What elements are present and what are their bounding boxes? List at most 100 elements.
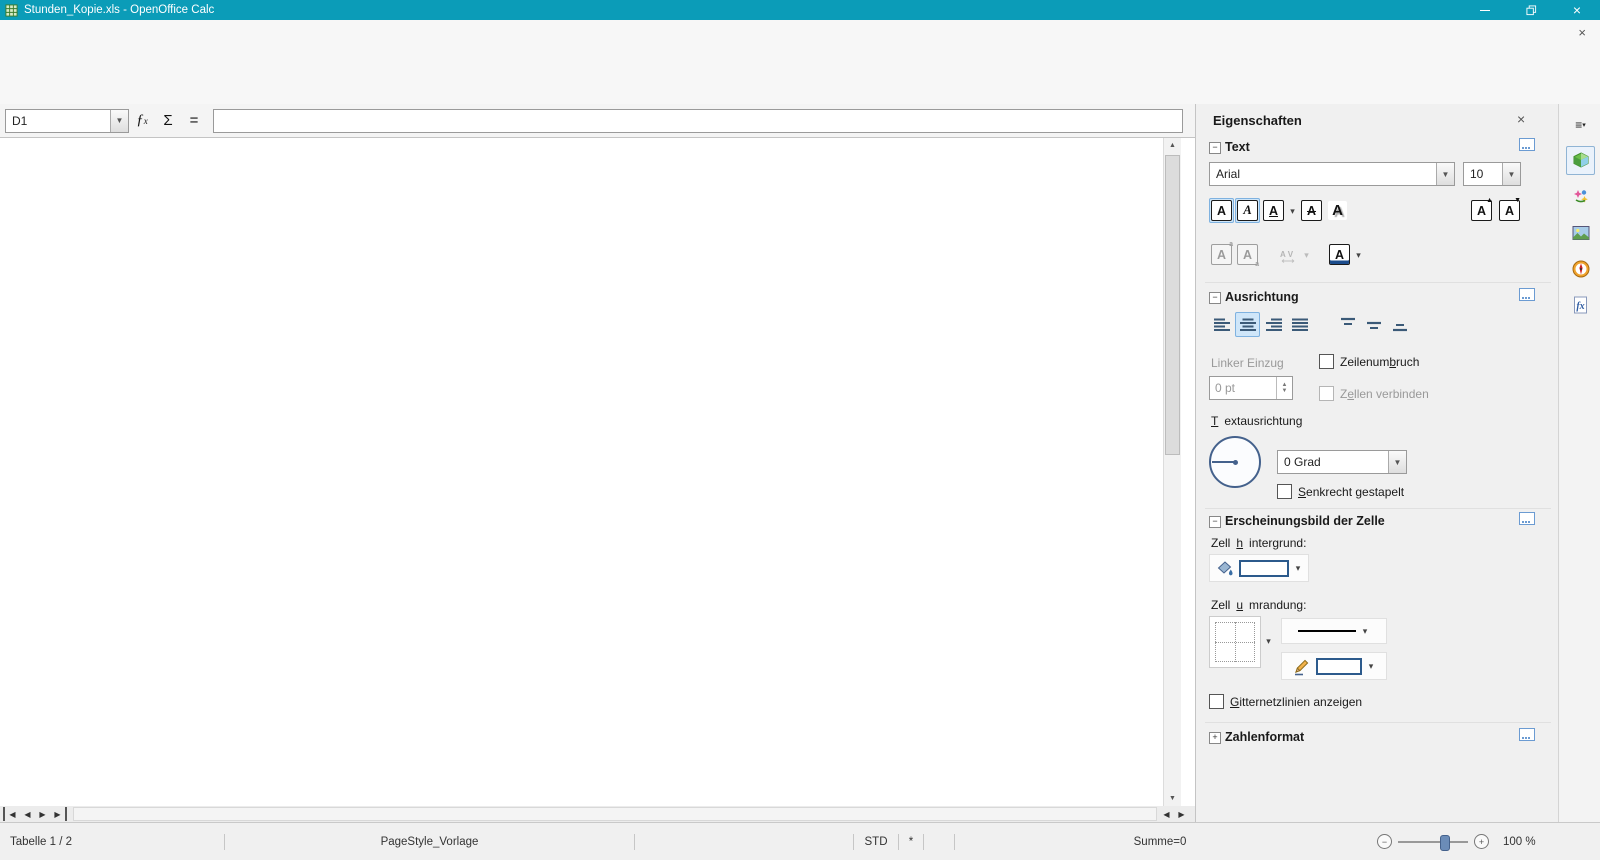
spinner-arrows-icon[interactable]: ▲▼ (1276, 377, 1292, 399)
merge-cells-checkbox[interactable]: Zellen verbinden (1319, 386, 1429, 401)
font-color-icon: A (1329, 244, 1350, 265)
sidebar-close-icon[interactable]: × (1517, 111, 1525, 127)
appearance-dialog-launcher-icon[interactable] (1519, 512, 1535, 525)
sidebar-bold-button[interactable]: A (1209, 198, 1234, 223)
appearance-section-collapse-icon[interactable]: − (1209, 516, 1221, 528)
horizontal-scrollbar[interactable] (73, 807, 1157, 821)
scroll-up-icon[interactable]: ▲ (1164, 138, 1181, 153)
sidebar-tab-functions[interactable]: fx (1566, 290, 1595, 319)
zoom-in-icon[interactable]: + (1474, 834, 1489, 849)
show-gridlines-checkbox[interactable]: Gitternetzlinien anzeigen (1209, 694, 1362, 709)
grow-font-button[interactable]: A▲ (1469, 198, 1494, 223)
sidebar-underline-button[interactable]: A (1261, 198, 1286, 223)
align-middle-button[interactable] (1361, 312, 1386, 337)
sidebar-align-left-button[interactable] (1209, 312, 1234, 337)
formula-input[interactable] (213, 109, 1183, 133)
restore-button[interactable] (1508, 0, 1554, 20)
alignment-section-collapse-icon[interactable]: − (1209, 292, 1221, 304)
alignment-section-title: Ausrichtung (1225, 290, 1299, 304)
gridlines-checkbox-box[interactable] (1209, 694, 1224, 709)
sidebar-tab-styles[interactable] (1566, 182, 1595, 211)
scroll-down-icon[interactable]: ▼ (1164, 791, 1181, 806)
status-insert-mode[interactable]: STD (854, 832, 898, 852)
text-dialog-launcher-icon[interactable] (1519, 138, 1535, 151)
shrink-font-button[interactable]: A▼ (1497, 198, 1522, 223)
minimize-button[interactable] (1462, 0, 1508, 20)
document-close-icon[interactable]: × (1578, 25, 1586, 40)
sidebar-strikethrough-button[interactable]: A (1299, 198, 1324, 223)
sum-button[interactable]: Σ (155, 109, 181, 133)
zoom-slider-thumb[interactable] (1440, 835, 1450, 851)
number-section-title: Zahlenformat (1225, 730, 1304, 744)
line-style-caret[interactable]: ▾ (1360, 626, 1371, 637)
number-section-collapse-icon[interactable]: + (1209, 732, 1221, 744)
last-sheet-button[interactable]: ▶ (50, 807, 67, 821)
border-preview[interactable] (1209, 616, 1261, 668)
border-line-color-button[interactable]: ▾ (1281, 652, 1387, 680)
previous-sheet-button[interactable]: ◀ (20, 807, 35, 821)
spreadsheet-grid[interactable] (0, 138, 1195, 806)
close-button[interactable]: × (1554, 0, 1600, 20)
name-box-dropdown-icon[interactable]: ▼ (110, 110, 128, 132)
sidebar-menu-icon[interactable]: ≡▾ (1566, 110, 1595, 139)
alignment-dialog-launcher-icon[interactable] (1519, 288, 1535, 301)
function-wizard-button[interactable]: ƒx (129, 109, 155, 133)
status-sum[interactable]: Summe=0 (955, 832, 1365, 852)
font-size-dropdown-icon[interactable]: ▼ (1502, 163, 1520, 185)
bold-icon: A (1211, 200, 1232, 221)
subscript-icon: Aa (1237, 244, 1258, 265)
scroll-left-icon[interactable]: ◀ (1159, 807, 1174, 821)
character-spacing-button[interactable]: A V (1275, 242, 1300, 267)
merge-cells-checkbox-box[interactable] (1319, 386, 1334, 401)
superscript-button[interactable]: Aa (1209, 242, 1234, 267)
number-dialog-launcher-icon[interactable] (1519, 728, 1535, 741)
zoom-out-icon[interactable]: − (1377, 834, 1392, 849)
sidebar-shadow-button[interactable]: A (1325, 198, 1350, 223)
vertical-scrollbar-thumb[interactable] (1165, 155, 1180, 455)
stacked-checkbox[interactable]: Senkrecht gestapelt (1277, 484, 1404, 499)
underline-dropdown-caret[interactable]: ▾ (1287, 206, 1298, 217)
sidebar-font-name-select[interactable]: Arial ▼ (1209, 162, 1455, 186)
sidebar-align-justify-button[interactable] (1287, 312, 1312, 337)
border-line-style-select[interactable]: ▾ (1281, 618, 1387, 644)
subscript-button[interactable]: Aa (1235, 242, 1260, 267)
sidebar-italic-button[interactable]: A (1235, 198, 1260, 223)
name-box[interactable]: D1 ▼ (5, 109, 129, 133)
sidebar-font-color-button[interactable]: A (1327, 242, 1352, 267)
font-color-caret[interactable]: ▾ (1353, 250, 1364, 261)
wrap-text-label: Zeilenumbruch (1340, 355, 1419, 369)
vertical-scrollbar[interactable]: ▲ ▼ (1163, 138, 1181, 806)
sidebar-tab-navigator[interactable] (1566, 254, 1595, 283)
zoom-slider[interactable] (1398, 841, 1468, 843)
character-spacing-caret[interactable]: ▾ (1301, 250, 1312, 261)
status-modified-flag: * (899, 832, 923, 852)
scroll-right-icon[interactable]: ▶ (1174, 807, 1189, 821)
equals-button[interactable]: = (181, 109, 207, 133)
align-top-button[interactable] (1335, 312, 1360, 337)
sidebar-align-right-button[interactable] (1261, 312, 1286, 337)
text-section-collapse-icon[interactable]: − (1209, 142, 1221, 154)
status-sheet-info[interactable]: Tabelle 1 / 2 (0, 832, 224, 852)
zoom-level[interactable]: 100 % (1503, 832, 1536, 852)
border-preview-caret[interactable]: ▾ (1263, 636, 1274, 647)
wrap-text-checkbox[interactable]: Zeilenumbruch (1319, 354, 1419, 369)
rotation-select[interactable]: 0 Grad ▼ (1277, 450, 1407, 474)
rotation-dropdown-icon[interactable]: ▼ (1388, 451, 1406, 473)
first-sheet-button[interactable]: ◀ (3, 807, 20, 821)
next-sheet-button[interactable]: ▶ (35, 807, 50, 821)
stacked-checkbox-box[interactable] (1277, 484, 1292, 499)
font-name-dropdown-icon[interactable]: ▼ (1436, 163, 1454, 185)
background-color-caret[interactable]: ▾ (1293, 563, 1304, 574)
sidebar-tab-gallery[interactable] (1566, 218, 1595, 247)
align-bottom-button[interactable] (1387, 312, 1412, 337)
sidebar-tab-properties[interactable] (1566, 146, 1595, 175)
rotation-dial[interactable] (1209, 436, 1261, 488)
cell-background-button[interactable]: ▾ (1209, 554, 1309, 582)
sidebar-align-center-button[interactable] (1235, 312, 1260, 337)
line-color-caret[interactable]: ▾ (1366, 661, 1377, 672)
status-page-style[interactable]: PageStyle_Vorlage (225, 832, 634, 852)
wrap-text-checkbox-box[interactable] (1319, 354, 1334, 369)
left-indent-spinner[interactable]: 0 pt ▲▼ (1209, 376, 1293, 400)
sidebar-font-size-select[interactable]: 10 ▼ (1463, 162, 1521, 186)
sidebar-title: Eigenschaften (1213, 113, 1302, 128)
